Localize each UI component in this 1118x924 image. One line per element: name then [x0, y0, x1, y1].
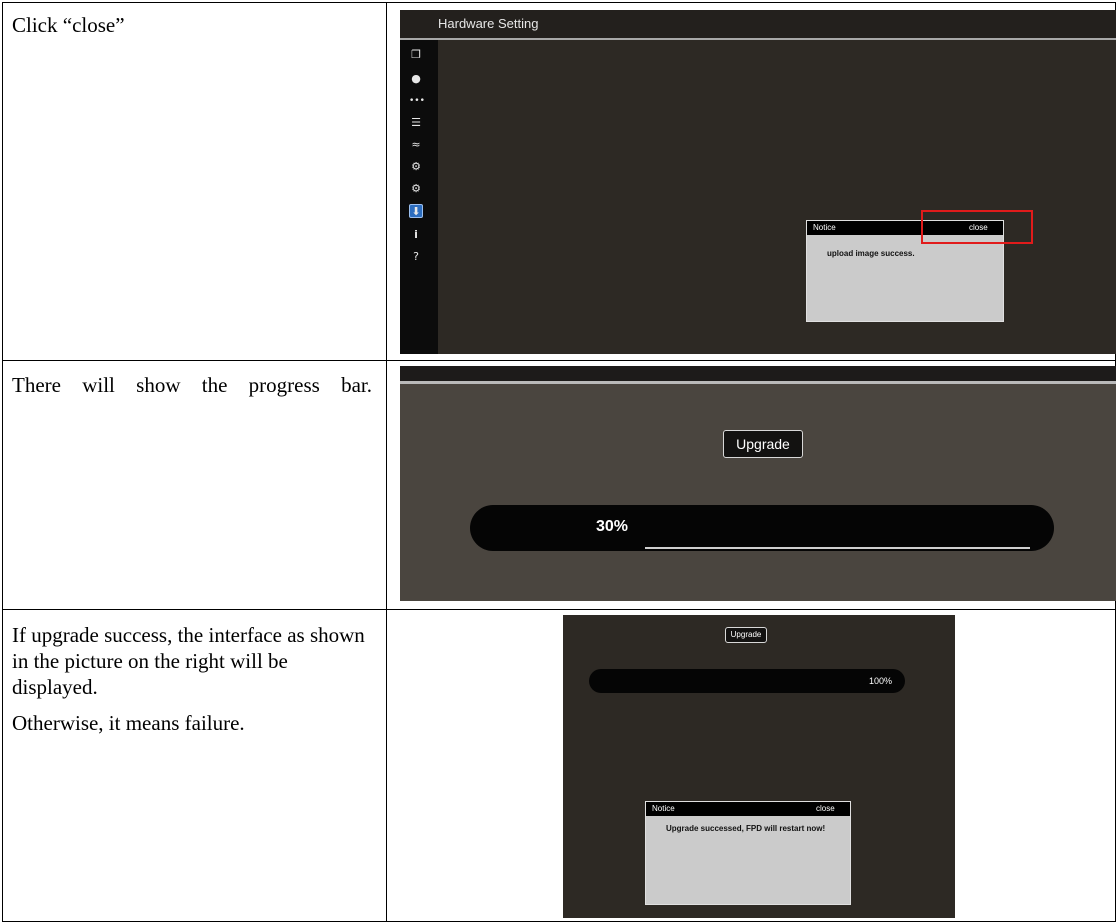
- progress-label: 30%: [596, 518, 629, 535]
- notice-header: Notice close: [646, 802, 850, 816]
- close-button[interactable]: close: [816, 804, 835, 813]
- help-icon[interactable]: ?: [409, 250, 423, 264]
- instruction-text: If upgrade success, the interface as sho…: [12, 622, 374, 736]
- copy-icon[interactable]: ❐: [409, 48, 423, 62]
- notice-message: upload image success.: [827, 249, 915, 258]
- list-icon[interactable]: ☰: [409, 116, 423, 130]
- record-icon[interactable]: ●: [409, 72, 423, 86]
- screenshot-hardware-setting: Hardware Setting ❐ ● ••• ☰ ≈ ⚙ ⚙ ⬇ i ? N…: [400, 10, 1116, 354]
- more-icon[interactable]: •••: [409, 94, 425, 108]
- column-divider: [386, 2, 387, 922]
- notice-dialog: Notice close Upgrade successed, FPD will…: [645, 801, 851, 905]
- instruction-text: Click “close”: [12, 12, 372, 38]
- download-icon[interactable]: ⬇: [409, 204, 423, 218]
- title-bar: Hardware Setting: [400, 10, 1116, 40]
- gear-icon[interactable]: ⚙: [409, 182, 423, 196]
- row-divider: [2, 360, 1116, 361]
- screenshot-progress-30: Upgrade 30%: [400, 366, 1116, 601]
- notice-title: Notice: [652, 804, 675, 813]
- upgrade-button[interactable]: Upgrade: [723, 430, 803, 458]
- progress-label: 100%: [869, 676, 893, 686]
- instruction-paragraph: Click “close”: [12, 13, 125, 37]
- instruction-paragraph: Otherwise, it means failure.: [12, 711, 245, 735]
- satellite-icon[interactable]: ⚙: [409, 160, 423, 174]
- sidebar: ❐ ● ••• ☰ ≈ ⚙ ⚙ ⬇ i ?: [400, 40, 438, 354]
- info-icon[interactable]: i: [409, 228, 423, 242]
- progress-bar: [589, 669, 905, 693]
- wifi-icon[interactable]: ≈: [409, 138, 423, 152]
- notice-title: Notice: [813, 223, 836, 232]
- progress-bar: [470, 505, 1054, 551]
- row-divider: [2, 609, 1116, 610]
- screenshot-upgrade-success: Upgrade 100% Notice close Upgrade succes…: [563, 615, 955, 918]
- top-band: [400, 366, 1116, 384]
- instruction-paragraph: If upgrade success, the interface as sho…: [12, 623, 365, 699]
- notice-message: Upgrade successed, FPD will restart now!: [666, 824, 826, 833]
- close-highlight-box: [921, 210, 1033, 244]
- progress-fill: [645, 547, 1030, 549]
- window-title: Hardware Setting: [438, 16, 539, 31]
- instruction-paragraph: There will show the progress bar.: [12, 373, 372, 397]
- instruction-text: There will show the progress bar.: [12, 372, 372, 398]
- upgrade-button[interactable]: Upgrade: [725, 627, 767, 643]
